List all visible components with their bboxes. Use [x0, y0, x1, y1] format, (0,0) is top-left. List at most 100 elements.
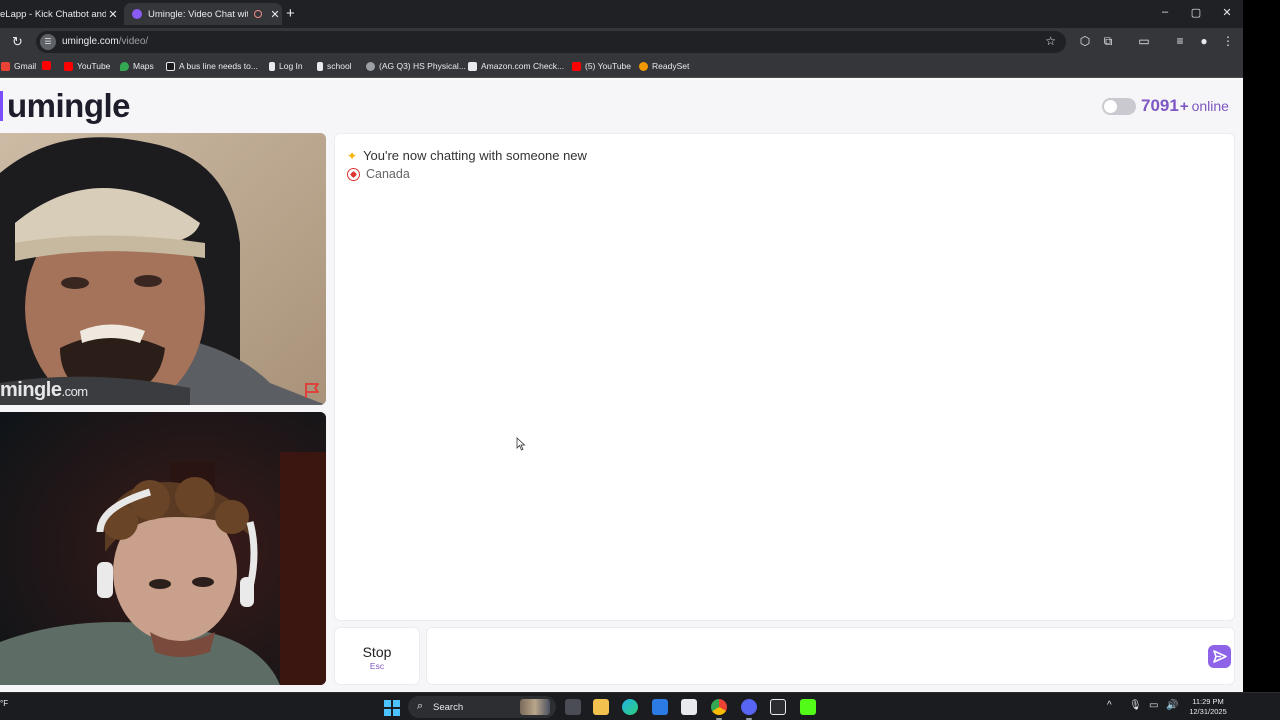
profile-avatar-icon[interactable]: ● — [1196, 34, 1212, 48]
canada-flag-icon — [347, 167, 360, 181]
bookmark-maps[interactable]: Maps — [120, 61, 154, 71]
tab-kickchatbot[interactable]: eLapp - Kick Chatbot and ✕ — [0, 3, 120, 25]
volume-icon[interactable]: 🔊 — [1166, 700, 1178, 711]
maps-icon — [120, 61, 129, 71]
bookmark-youtube[interactable]: YouTube — [64, 61, 110, 71]
chat-status-text: You're now chatting with someone new — [363, 148, 587, 163]
kick-icon[interactable] — [800, 699, 816, 715]
message-box — [426, 627, 1235, 685]
taskbar-search[interactable]: ⌕ Search — [408, 696, 556, 718]
windows-start-icon[interactable] — [384, 700, 400, 716]
stranger-video: mingle.com — [0, 133, 326, 405]
tab-umingle[interactable]: Umingle: Video Chat with S ✕ — [124, 3, 282, 25]
self-video-frame — [0, 412, 326, 685]
umingle-logo[interactable]: umingle — [0, 86, 131, 126]
mouse-cursor-icon — [516, 437, 526, 451]
network-icon[interactable]: ▭ — [1149, 700, 1158, 711]
tab-bar: eLapp - Kick Chatbot and ✕ Umingle: Vide… — [0, 0, 1243, 28]
video-watermark: mingle.com — [0, 379, 88, 402]
search-icon: ⌕ — [417, 700, 424, 712]
browser-menu-icon[interactable]: ⋮ — [1220, 34, 1236, 48]
edge-icon[interactable] — [622, 699, 638, 715]
bookmark-label: (AG Q3) HS Physical... — [379, 61, 466, 71]
bookmark-youtube-5[interactable]: (5) YouTube — [572, 61, 631, 71]
tab-title: Umingle: Video Chat with S — [148, 8, 248, 20]
chrome-icon[interactable] — [711, 699, 727, 720]
logo-accent-bar — [0, 91, 3, 121]
show-hidden-icons-icon[interactable]: ^ — [1107, 700, 1112, 711]
bookmark-gmail[interactable]: Gmail — [1, 61, 36, 71]
bookmark-label: (5) YouTube — [585, 61, 631, 71]
bookmark-label: Amazon.com Check... — [481, 61, 565, 71]
sparkle-icon: ✦ — [347, 148, 358, 163]
school-icon — [317, 61, 323, 71]
bookmark-label: ReadySet — [652, 61, 690, 71]
outlook-icon[interactable] — [652, 699, 668, 715]
chat-status-message: ✦ You're now chatting with someone new — [347, 148, 587, 163]
clock-time: 11:29 PM — [1192, 697, 1224, 706]
bookmark-amazon[interactable]: Amazon.com Check... — [468, 61, 564, 71]
taskbar-clock[interactable]: 11:29 PM 12/31/2025 — [1185, 697, 1231, 717]
capcut-icon[interactable] — [770, 699, 786, 715]
toggle-knob — [1104, 100, 1117, 113]
cast-icon[interactable]: ▭ — [1136, 34, 1152, 48]
file-explorer-icon[interactable] — [593, 699, 609, 715]
extensions-puzzle-icon[interactable]: ⧉ — [1100, 34, 1116, 49]
bookmark-label: YouTube — [77, 61, 111, 71]
maximize-icon[interactable]: ▢ — [1186, 6, 1206, 19]
send-icon — [1213, 650, 1227, 663]
doc-icon — [166, 61, 175, 71]
close-tab-icon[interactable]: ✕ — [106, 8, 120, 21]
stop-button[interactable]: Stop Esc — [334, 627, 420, 685]
online-label: online — [1191, 98, 1229, 114]
close-window-icon[interactable]: ✕ — [1217, 6, 1237, 19]
stranger-country: Canada — [347, 167, 410, 181]
microphone-icon[interactable]: 🎙 — [1129, 700, 1142, 711]
amazon-icon — [468, 61, 477, 71]
chat-panel: ✦ You're now chatting with someone new C… — [334, 133, 1235, 621]
watermark-brand: mingle — [0, 379, 62, 401]
bookmark-label: Maps — [133, 61, 154, 71]
store-icon[interactable] — [681, 699, 697, 715]
report-flag-icon[interactable] — [303, 381, 321, 399]
bookmark-readyset[interactable]: ReadySet — [639, 61, 689, 71]
stop-label: Stop — [362, 644, 392, 660]
online-count: 7091 — [1141, 96, 1179, 115]
discord-icon[interactable] — [741, 699, 757, 720]
gmail-icon — [1, 61, 10, 71]
umingle-page: umingle 7091 + online mingle.com ✦ You'r… — [0, 80, 1243, 692]
watermark-suffix: .com — [61, 384, 88, 399]
bookmark-star-icon[interactable]: ☆ — [1045, 34, 1056, 48]
recording-indicator-icon — [254, 10, 262, 18]
reload-icon[interactable]: ↻ — [12, 34, 23, 50]
bookmark-hs-physical[interactable]: (AG Q3) HS Physical... — [366, 61, 466, 71]
task-view-icon[interactable] — [565, 699, 581, 715]
clock-date: 12/31/2025 — [1189, 707, 1227, 716]
bookmark-login[interactable]: Log In — [269, 61, 303, 71]
weather-widget[interactable]: °F — [0, 699, 8, 708]
theme-toggle[interactable] — [1102, 98, 1136, 115]
new-tab-button[interactable]: + — [286, 5, 295, 22]
bookmark-youtube-icon-only[interactable] — [42, 61, 55, 70]
online-counter: 7091 + online — [1141, 96, 1229, 116]
bookmarks-bar: Gmail YouTube Maps A bus line needs to..… — [0, 56, 1243, 78]
extension-badge-icon[interactable]: ⬡ — [1077, 34, 1093, 48]
search-label: Search — [433, 702, 464, 713]
address-bar[interactable]: ☰ umingle.com/video/ ☆ — [36, 31, 1066, 53]
youtube-icon — [572, 61, 581, 71]
media-control-icon[interactable]: ≡ — [1172, 34, 1188, 48]
logo-text: umingle — [7, 87, 131, 124]
browser-toolbar: ↻ ☰ umingle.com/video/ ☆ ⬡ ⧉ ▭ ≡ ● ⋮ — [0, 28, 1243, 56]
minimize-icon[interactable]: – — [1155, 6, 1175, 18]
self-video — [0, 412, 326, 685]
bookmark-bus-line[interactable]: A bus line needs to... — [166, 61, 258, 71]
country-name: Canada — [366, 167, 410, 181]
message-input[interactable] — [437, 646, 1197, 668]
tab-title: eLapp - Kick Chatbot and — [0, 8, 106, 20]
close-tab-icon[interactable]: ✕ — [268, 8, 282, 21]
send-button[interactable] — [1208, 645, 1231, 668]
login-icon — [269, 61, 275, 71]
bookmark-school[interactable]: school — [317, 61, 352, 71]
bookmark-label: Log In — [279, 61, 303, 71]
site-info-icon[interactable]: ☰ — [40, 34, 56, 50]
